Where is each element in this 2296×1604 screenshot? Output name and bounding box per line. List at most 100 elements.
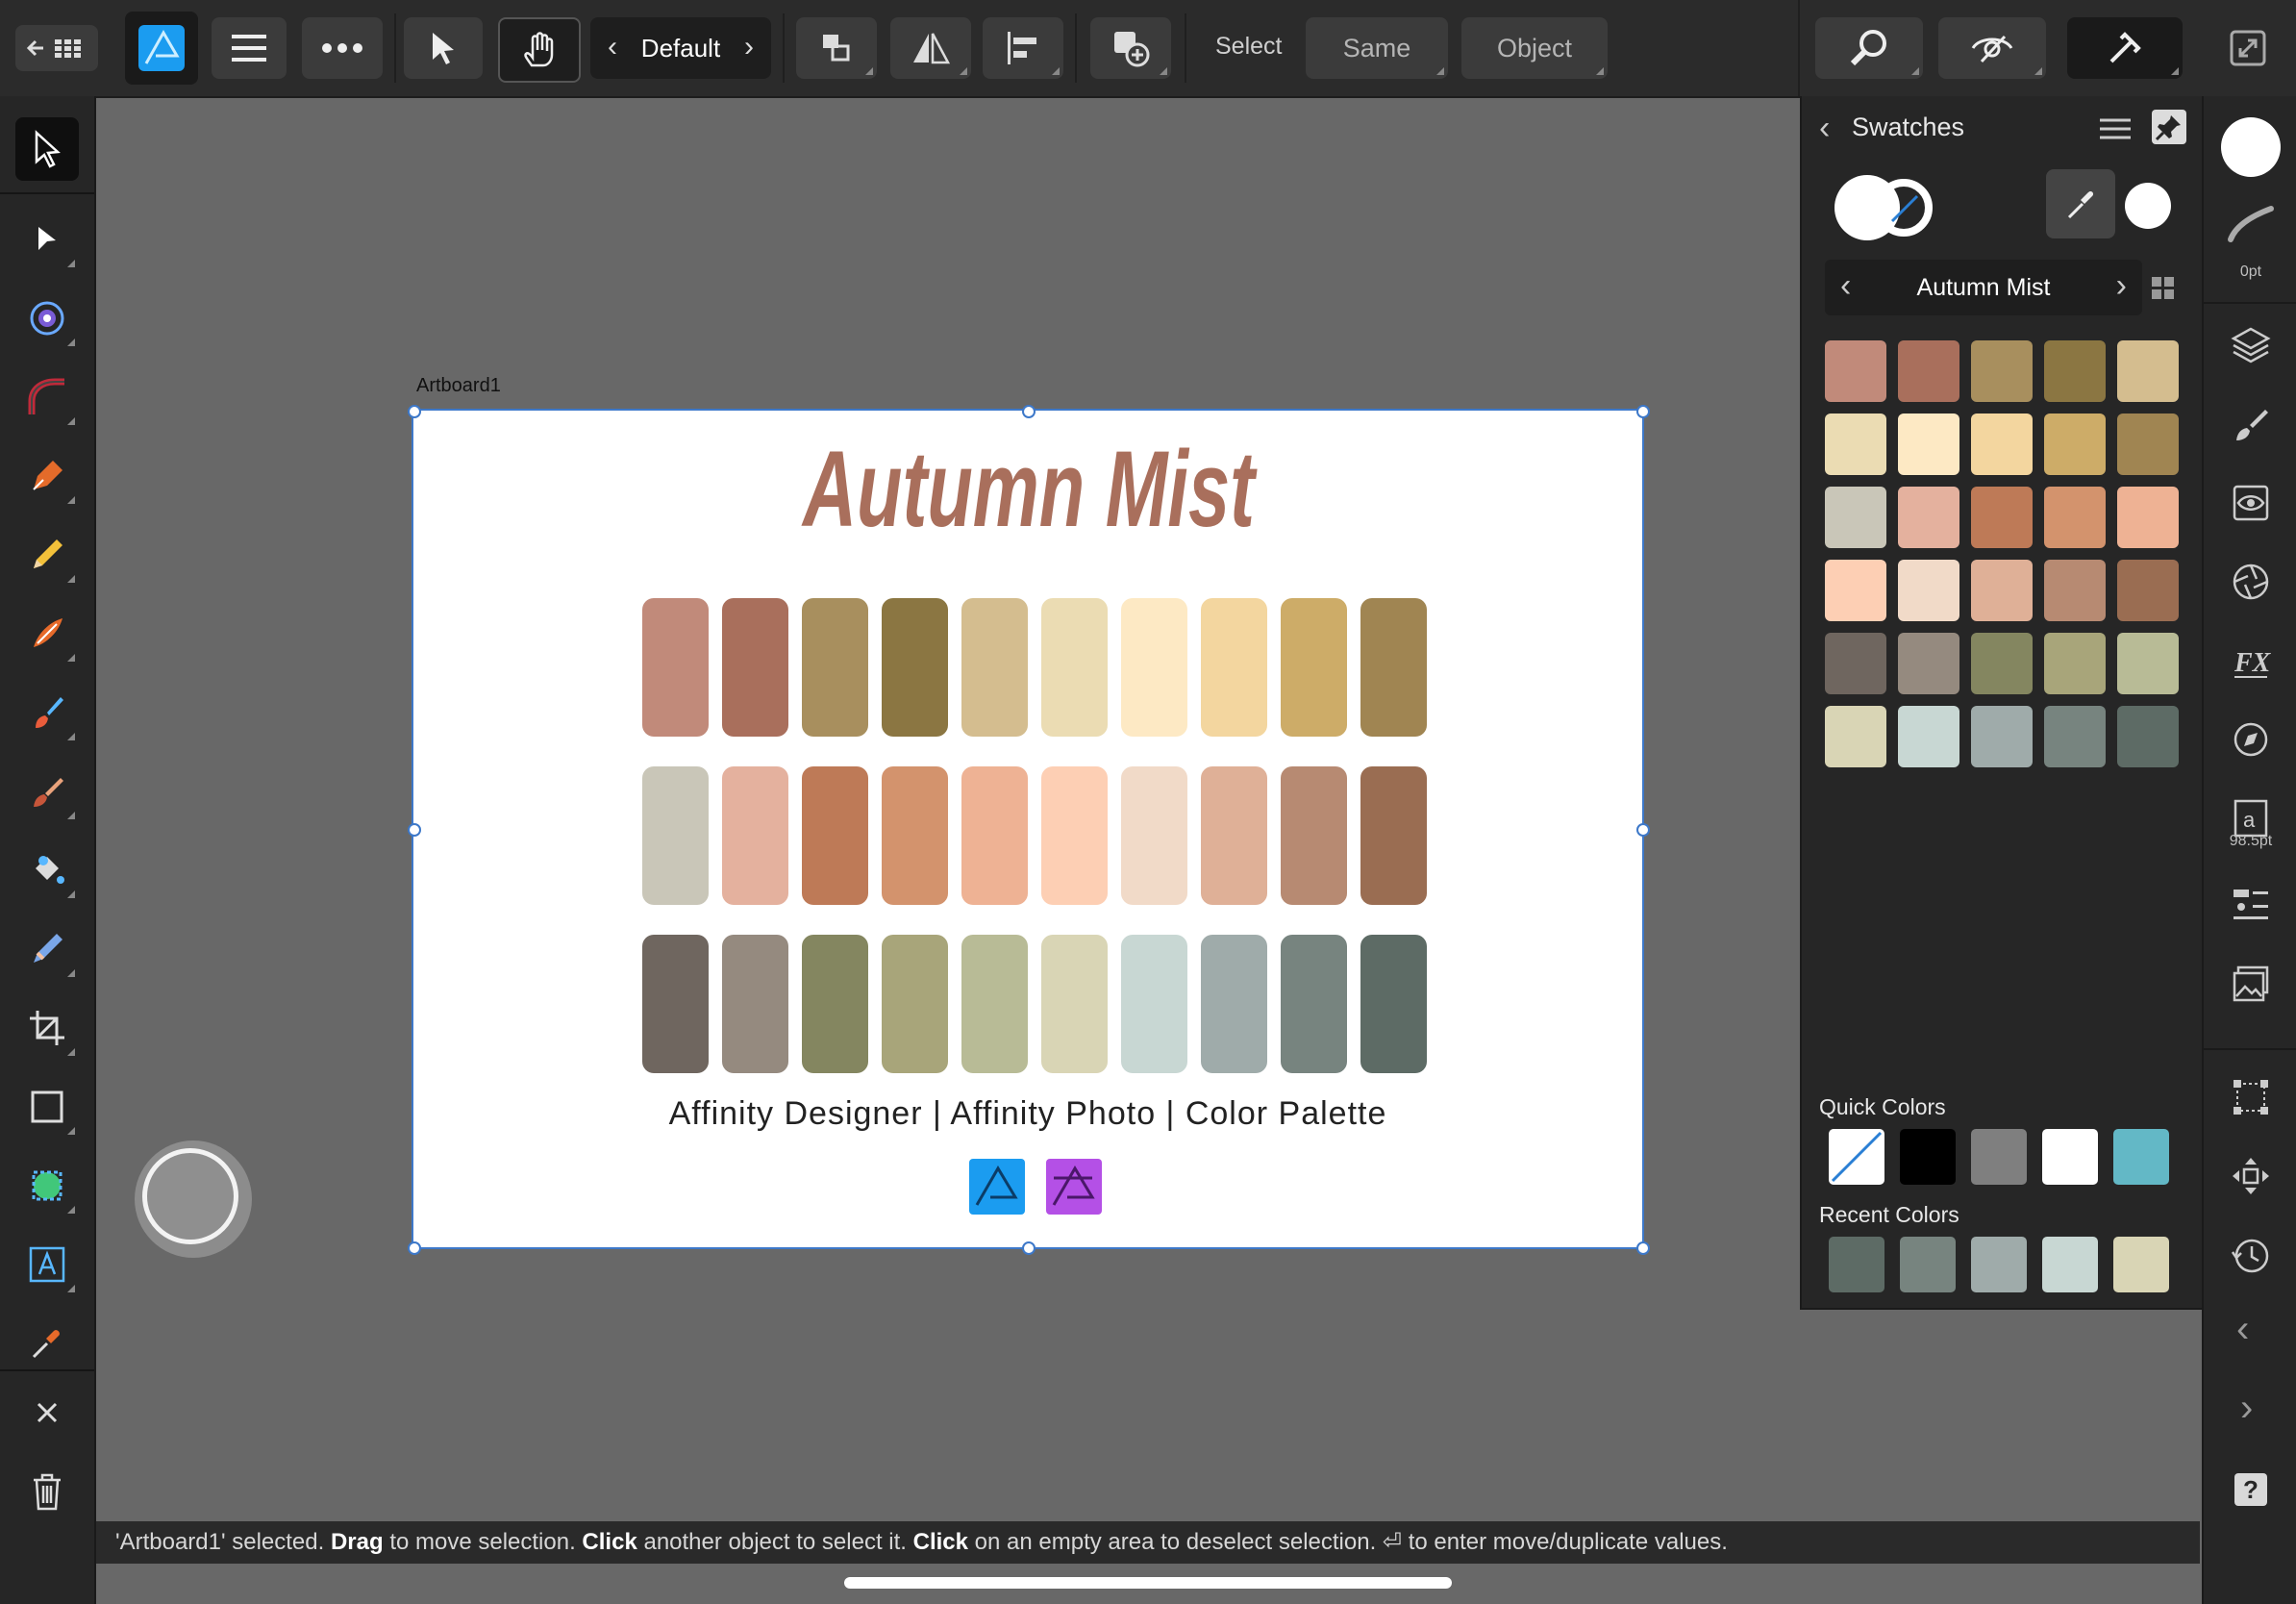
palette-chip[interactable] (1281, 766, 1347, 905)
chevron-right-icon[interactable]: › (2240, 1387, 2253, 1430)
selection-handle[interactable] (1636, 1241, 1650, 1255)
selection-handle[interactable] (408, 405, 421, 418)
more-options-button[interactable] (302, 17, 383, 79)
context-persona-selector[interactable]: ‹ Default › (590, 17, 771, 79)
swatch[interactable] (2117, 560, 2179, 621)
palette-chip[interactable] (1201, 766, 1267, 905)
selection-handle[interactable] (408, 1241, 421, 1255)
pencil-tool[interactable] (15, 523, 79, 587)
palette-chip[interactable] (1041, 598, 1108, 737)
swatch[interactable] (1825, 633, 1886, 694)
designer-logo[interactable] (969, 1159, 1025, 1219)
brushes-studio-button[interactable] (2219, 392, 2283, 456)
chevron-left-icon[interactable]: ‹ (2236, 1308, 2249, 1351)
stroke-studio-button[interactable] (2219, 192, 2283, 256)
effects-studio-button[interactable]: FX (2219, 629, 2283, 692)
swatch[interactable] (1971, 414, 2033, 475)
swatch[interactable] (1971, 340, 2033, 402)
previous-icon[interactable]: ‹ (608, 31, 617, 63)
point-transform-tool[interactable] (15, 287, 79, 350)
close-context-button[interactable] (15, 1381, 79, 1444)
palette-chip[interactable] (1041, 766, 1108, 905)
palette-chip[interactable] (882, 598, 948, 737)
swatch[interactable] (2117, 487, 2179, 548)
no-color-swatch[interactable] (1829, 1129, 1884, 1185)
palette-chip[interactable] (1360, 766, 1427, 905)
recent-color-swatch[interactable] (1900, 1237, 1956, 1292)
corner-tool[interactable] (15, 365, 79, 429)
transparency-tool[interactable] (15, 839, 79, 902)
swatch[interactable] (2117, 633, 2179, 694)
align-button[interactable] (983, 17, 1063, 79)
quick-color-swatch[interactable] (2042, 1129, 2098, 1185)
zoom-button[interactable] (1815, 17, 1923, 79)
text-styles-studio-button[interactable] (2219, 873, 2283, 937)
selection-handle[interactable] (408, 823, 421, 837)
layers-studio-button[interactable] (2219, 313, 2283, 377)
transform-studio-button[interactable] (2219, 550, 2283, 614)
palette-chip[interactable] (722, 766, 788, 905)
palette-chip[interactable] (1281, 598, 1347, 737)
swatch[interactable] (2117, 340, 2179, 402)
swatch[interactable] (1825, 706, 1886, 767)
palette-chip[interactable] (1360, 598, 1427, 737)
color-picker-tool[interactable] (15, 1312, 79, 1375)
swatch[interactable] (2044, 560, 2106, 621)
swatch[interactable] (1971, 487, 2033, 548)
swatch[interactable] (1898, 633, 1959, 694)
shape-tool[interactable] (15, 1154, 79, 1217)
art-subtitle[interactable]: Affinity Designer | Affinity Photo | Col… (413, 1095, 1642, 1133)
quick-color-swatch[interactable] (2113, 1129, 2169, 1185)
pen-tool[interactable] (15, 444, 79, 508)
swatch[interactable] (1825, 560, 1886, 621)
gesture-mode-button[interactable] (498, 17, 581, 83)
recent-color-swatch[interactable] (1829, 1237, 1884, 1292)
vector-brush-tool[interactable] (15, 602, 79, 665)
swatch[interactable] (1898, 487, 1959, 548)
main-menu-button[interactable] (212, 17, 287, 79)
next-icon[interactable]: › (744, 31, 754, 63)
arrange-button[interactable] (796, 17, 877, 79)
palette-chip[interactable] (642, 598, 709, 737)
designer-persona-button[interactable] (125, 12, 198, 85)
history-panel-button[interactable] (2219, 1223, 2283, 1287)
quick-color-swatch[interactable] (1900, 1129, 1956, 1185)
move-panel-button[interactable] (2219, 1144, 2283, 1208)
swatch[interactable] (1898, 340, 1959, 402)
command-controller[interactable] (135, 1140, 252, 1258)
palette-chip[interactable] (882, 766, 948, 905)
recent-color-swatch[interactable] (2042, 1237, 2098, 1292)
insert-button[interactable] (1090, 17, 1171, 79)
appearance-studio-button[interactable] (2219, 471, 2283, 535)
palette-chip[interactable] (722, 935, 788, 1073)
palette-chip[interactable] (722, 598, 788, 737)
fullscreen-button[interactable] (2229, 29, 2267, 72)
transform-panel-button[interactable] (2219, 1065, 2283, 1129)
palette-chip[interactable] (1360, 935, 1427, 1073)
artboard[interactable]: Autumn Mist Affinity Designer | Affinity… (412, 409, 1644, 1249)
swatch[interactable] (2044, 487, 2106, 548)
palette-chip[interactable] (802, 598, 868, 737)
back-to-documents-button[interactable] (15, 25, 98, 71)
swatch[interactable] (1971, 560, 2033, 621)
quick-color-swatch[interactable] (1971, 1129, 2027, 1185)
swatch[interactable] (2117, 414, 2179, 475)
swatch[interactable] (1898, 560, 1959, 621)
select-same-button[interactable]: Same (1306, 17, 1448, 79)
fill-tool[interactable] (15, 760, 79, 823)
photo-logo[interactable] (1046, 1159, 1102, 1219)
swatch[interactable] (1825, 487, 1886, 548)
select-object-button[interactable]: Object (1461, 17, 1608, 79)
palette-chip[interactable] (961, 766, 1028, 905)
node-tool[interactable] (15, 208, 79, 271)
help-icon[interactable]: ? (2234, 1473, 2267, 1506)
navigator-studio-button[interactable] (2219, 708, 2283, 771)
palette-chip[interactable] (642, 766, 709, 905)
recent-color-swatch[interactable] (1971, 1237, 2027, 1292)
selection-handle[interactable] (1022, 405, 1036, 418)
artistic-text-tool[interactable] (15, 1233, 79, 1296)
palette-chip[interactable] (802, 766, 868, 905)
move-tool-mode-button[interactable] (404, 17, 483, 79)
swatch[interactable] (2044, 340, 2106, 402)
flip-button[interactable] (890, 17, 971, 79)
